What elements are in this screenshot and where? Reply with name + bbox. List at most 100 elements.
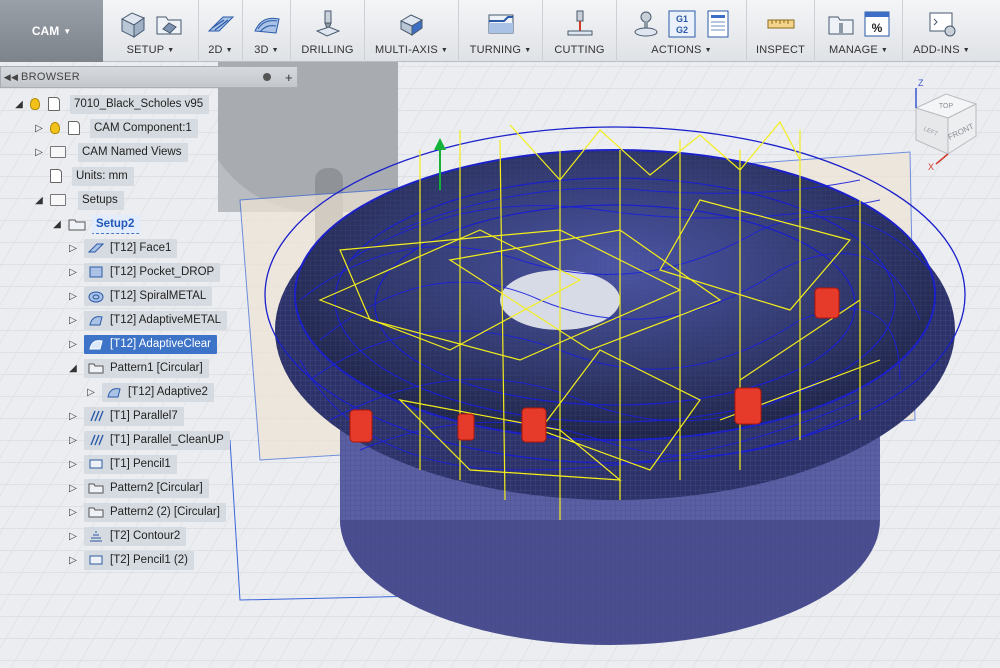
- tree-node-pattern[interactable]: ▷ Pattern2 (2) [Circular]: [68, 502, 226, 522]
- tree-node-op[interactable]: ▷ [T1] Parallel7: [68, 406, 184, 426]
- multi-axis-icon[interactable]: [397, 9, 427, 39]
- pocket-op-icon: [89, 266, 103, 278]
- collapse-triangle-icon[interactable]: ▷: [68, 459, 78, 470]
- drill-icon[interactable]: [313, 9, 343, 39]
- addins-group[interactable]: ADD-INS ▼: [903, 0, 980, 62]
- viewcube-top-label: TOP: [939, 103, 954, 110]
- tree-node-pattern[interactable]: ◢ Pattern1 [Circular]: [68, 358, 209, 378]
- 2d-toolpath-icon[interactable]: [206, 9, 236, 39]
- collapse-triangle-icon[interactable]: ▷: [68, 339, 78, 350]
- expand-panel-icon[interactable]: +: [281, 70, 297, 85]
- drilling-group[interactable]: DRILLING: [291, 0, 365, 62]
- tree-node-setup2[interactable]: ◢ Setup2: [52, 214, 141, 234]
- tree-node-named-views[interactable]: ▷ CAM Named Views: [34, 142, 188, 162]
- group-label-turning: TURNING: [469, 44, 522, 56]
- turning-icon[interactable]: [486, 9, 516, 39]
- collapse-triangle-icon[interactable]: ▷: [68, 555, 78, 566]
- setup-group[interactable]: SETUP ▼: [103, 0, 199, 62]
- collapse-triangle-icon[interactable]: ▷: [68, 315, 78, 326]
- collapse-triangle-icon[interactable]: ▷: [68, 531, 78, 542]
- cutting-icon[interactable]: [565, 9, 595, 39]
- x-axis-line: [935, 153, 949, 165]
- workspace-label: CAM: [31, 24, 60, 38]
- collapse-triangle-icon[interactable]: ▷: [68, 243, 78, 254]
- collapse-triangle-icon[interactable]: ▷: [68, 411, 78, 422]
- setup-sheet-icon[interactable]: [703, 9, 733, 39]
- post-code-line2: G2: [675, 25, 687, 35]
- tool-library-icon[interactable]: [826, 9, 856, 39]
- group-label-multiaxis: MULTI-AXIS: [374, 44, 438, 56]
- tree-node-op[interactable]: ▷ [T1] Pencil1: [68, 454, 177, 474]
- folder-setup-icon[interactable]: [154, 9, 184, 39]
- group-label-3d: 3D: [254, 44, 269, 56]
- multiaxis-group[interactable]: MULTI-AXIS ▼: [365, 0, 459, 62]
- tree-node-op[interactable]: ▷ [T12] AdaptiveMETAL: [68, 310, 228, 330]
- templates-icon[interactable]: %: [862, 9, 892, 39]
- view-cube[interactable]: TOP FRONT LEFT Z X: [906, 78, 982, 172]
- tree-label: [T12] Face1: [110, 242, 172, 254]
- 3d-group[interactable]: 3D ▼: [243, 0, 291, 62]
- tree-label: [T12] AdaptiveClear: [110, 338, 212, 350]
- measure-icon[interactable]: [766, 9, 796, 39]
- tree-label: 7010_Black_Scholes v95: [70, 94, 210, 114]
- tree-node-op[interactable]: ▷ [T12] AdaptiveClear: [68, 334, 218, 354]
- group-label-manage: MANAGE: [828, 44, 878, 56]
- tree-node-op[interactable]: ▷ [T2] Pencil1 (2): [68, 550, 194, 570]
- pin-icon[interactable]: [263, 73, 271, 81]
- group-label-actions: ACTIONS: [651, 44, 702, 56]
- inspect-group[interactable]: INSPECT: [747, 0, 815, 62]
- collapse-triangle-icon[interactable]: ▷: [68, 267, 78, 278]
- document-icon: [48, 97, 60, 111]
- collapse-triangle-icon[interactable]: ▷: [34, 123, 44, 134]
- tree-node-setups[interactable]: ◢ Setups: [34, 190, 124, 210]
- tree-label: CAM Named Views: [78, 142, 188, 162]
- actions-group[interactable]: G1 G2 ACTIONS ▼: [617, 0, 747, 62]
- group-label-inspect: INSPECT: [755, 44, 806, 56]
- group-label-2d: 2D: [208, 44, 223, 56]
- post-process-icon[interactable]: G1 G2: [667, 9, 697, 39]
- visibility-bulb-icon[interactable]: [50, 122, 60, 134]
- tree-node-op[interactable]: ▷ [T12] SpiralMETAL: [68, 286, 213, 306]
- z-axis-label: Z: [918, 78, 924, 88]
- setup-icon: [68, 219, 86, 231]
- post-code-line1: G1: [675, 14, 687, 24]
- simulate-icon[interactable]: [631, 9, 661, 39]
- tree-label: [T12] AdaptiveMETAL: [110, 314, 222, 326]
- tree-node-units[interactable]: Units: mm: [34, 166, 134, 186]
- tree-node-op[interactable]: ▷ [T12] Pocket_DROP: [68, 262, 221, 282]
- units-icon: [50, 169, 62, 183]
- expand-triangle-icon[interactable]: ◢: [68, 363, 78, 374]
- setup-icon[interactable]: [118, 9, 148, 39]
- collapse-panel-icon[interactable]: ◀◀: [1, 72, 21, 83]
- tree-node-op[interactable]: ▷ [T12] Face1: [68, 238, 178, 258]
- expand-triangle-icon[interactable]: ◢: [14, 99, 24, 110]
- collapse-triangle-icon[interactable]: ▷: [68, 435, 78, 446]
- manage-group[interactable]: % MANAGE ▼: [815, 0, 903, 62]
- tree-label: [T1] Parallel7: [110, 410, 178, 422]
- collapse-triangle-icon[interactable]: ▷: [86, 387, 96, 398]
- 2d-group[interactable]: 2D ▼: [199, 0, 243, 62]
- cutting-group[interactable]: CUTTING: [543, 0, 617, 62]
- collapse-triangle-icon[interactable]: ▷: [34, 147, 44, 158]
- turning-group[interactable]: TURNING ▼: [459, 0, 543, 62]
- tree-node-op[interactable]: ▷ [T12] Adaptive2: [86, 382, 214, 402]
- expand-triangle-icon[interactable]: ◢: [52, 219, 62, 230]
- adaptive-op-icon: [89, 340, 103, 350]
- workspace-switcher[interactable]: CAM ▼: [0, 0, 103, 62]
- expand-triangle-icon[interactable]: ◢: [34, 195, 44, 206]
- collapse-triangle-icon[interactable]: ▷: [68, 507, 78, 518]
- tree-node-op[interactable]: ▷ [T1] Parallel_CleanUP: [68, 430, 230, 450]
- templates-badge: %: [871, 21, 882, 35]
- 3d-toolpath-icon[interactable]: [252, 9, 282, 39]
- collapse-triangle-icon[interactable]: ▷: [68, 483, 78, 494]
- collapse-triangle-icon[interactable]: ▷: [68, 291, 78, 302]
- tree-node-op[interactable]: ▷ [T2] Contour2: [68, 526, 187, 546]
- contour-op-icon: [90, 531, 102, 542]
- pencil-op-icon: [89, 459, 103, 469]
- scripts-icon[interactable]: [927, 9, 957, 39]
- tree-node-component[interactable]: ▷ CAM Component:1: [34, 118, 198, 138]
- visibility-bulb-icon[interactable]: [30, 98, 40, 110]
- tree-node-root[interactable]: ◢ 7010_Black_Scholes v95: [14, 94, 210, 114]
- tree-label: Setup2: [92, 214, 141, 234]
- tree-node-pattern[interactable]: ▷ Pattern2 [Circular]: [68, 478, 209, 498]
